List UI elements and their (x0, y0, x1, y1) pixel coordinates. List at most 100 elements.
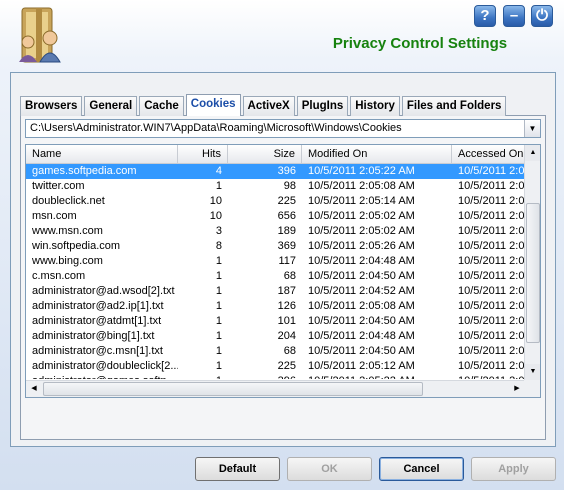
horizontal-scrollbar[interactable]: ◀ ▶ (26, 380, 525, 397)
cell-accessed-on: 10/5/2011 2:0 (458, 165, 525, 177)
default-button[interactable]: Default (195, 457, 280, 481)
cell-accessed-on: 10/5/2011 2:0 (458, 285, 525, 297)
scroll-up-icon[interactable]: ▲ (525, 145, 540, 161)
horizontal-scroll-thumb[interactable] (43, 382, 423, 396)
cell-size: 68 (283, 270, 296, 282)
tab-cache[interactable]: Cache (139, 96, 184, 116)
tab-plugins[interactable]: PlugIns (296, 96, 349, 116)
cookies-path-combo[interactable]: C:\Users\Administrator.WIN7\AppData\Roam… (25, 119, 541, 138)
help-icon: ? (480, 7, 490, 24)
cell-accessed-on: 10/5/2011 2:0 (458, 270, 525, 282)
cell-modified-on: 10/5/2011 2:05:22 AM (302, 374, 452, 379)
cell-size: 656 (277, 210, 296, 222)
table-row[interactable]: win.softpedia.com 8 369 10/5/2011 2:05:26 A… (26, 239, 525, 254)
table-header: Name Hits Size Modified On Accessed On (26, 145, 525, 164)
cell-accessed-on: 10/5/2011 2:0 (458, 360, 525, 372)
minimize-button[interactable]: – (503, 5, 525, 27)
table-row[interactable]: www.msn.com 3 189 10/5/2011 2:05:02 AM 10/5/… (26, 224, 525, 239)
cell-accessed-on: 10/5/2011 2:0 (452, 374, 525, 379)
table-row[interactable]: twitter.com 1 98 10/5/2011 2:05:08 AM 10/5/2… (26, 179, 525, 194)
cell-size: 369 (277, 240, 296, 252)
table-body: games.softpedia.com 4 396 10/5/2011 2:05:22… (26, 164, 525, 379)
column-header-modified-on[interactable]: Modified On (302, 145, 452, 164)
cell-name: administrator@c.msn[1].txt (32, 345, 163, 357)
ok-button[interactable]: OK (287, 457, 372, 481)
table-row[interactable]: www.bing.com 1 117 10/5/2011 2:04:48 AM 10/5… (26, 254, 525, 269)
table-row[interactable]: doubleclick.net 10 225 10/5/2011 2:05:14 AM… (26, 194, 525, 209)
cell-accessed-on: 10/5/2011 2:0 (458, 345, 525, 357)
table-row[interactable]: administrator@ad2.ip[1].txt 1 126 10/5/2011… (26, 299, 525, 314)
cell-size: 204 (277, 330, 296, 342)
cell-hits: 1 (215, 315, 222, 327)
cell-hits: 1 (215, 255, 222, 267)
table-row[interactable]: administrator@c.msn[1].txt 1 68 10/5/2011 2… (26, 344, 525, 359)
close-button[interactable]: ⏻ (531, 5, 553, 27)
table-row[interactable]: administrator@ad.wsod[2].txt 1 187 10/5/201… (26, 284, 525, 299)
chevron-down-icon[interactable]: ▼ (524, 120, 540, 137)
help-button[interactable]: ? (474, 5, 496, 27)
tab-browsers[interactable]: Browsers (20, 96, 83, 116)
vertical-scrollbar[interactable]: ▲ ▼ (524, 145, 540, 380)
cell-name: c.msn.com (32, 270, 86, 282)
cell-accessed-on: 10/5/2011 2:0 (458, 195, 525, 207)
scroll-right-icon[interactable]: ▶ (509, 381, 525, 397)
cell-hits: 8 (215, 240, 222, 252)
cell-name: www.bing.com (32, 255, 103, 267)
cell-hits: 1 (215, 300, 222, 312)
cell-name: administrator@bing[1].txt (32, 330, 155, 342)
scroll-left-icon[interactable]: ◀ (26, 381, 42, 397)
cell-size: 396 (277, 165, 296, 177)
cell-name: www.msn.com (32, 225, 103, 237)
cell-modified-on: 10/5/2011 2:04:48 AM (308, 255, 415, 267)
cell-modified-on: 10/5/2011 2:05:22 AM (308, 165, 415, 177)
cell-hits: 10 (209, 195, 222, 207)
cell-size: 189 (277, 225, 296, 237)
cell-name: administrator@doubleclick[2... (32, 360, 178, 372)
power-icon: ⏻ (536, 7, 548, 24)
cell-modified-on: 10/5/2011 2:05:26 AM (308, 240, 415, 252)
table-row[interactable]: c.msn.com 1 68 10/5/2011 2:04:50 AM 10/5/201… (26, 269, 525, 284)
cell-accessed-on: 10/5/2011 2:0 (458, 330, 525, 342)
cell-hits: 1 (215, 345, 222, 357)
cell-hits: 10 (209, 210, 222, 222)
scroll-down-icon[interactable]: ▼ (525, 364, 540, 380)
cell-name: doubleclick.net (32, 195, 105, 207)
table-row[interactable]: msn.com 10 656 10/5/2011 2:05:02 AM 10/5/201… (26, 209, 525, 224)
tab-activex[interactable]: ActiveX (242, 96, 295, 116)
table-row[interactable]: administrator@atdmt[1].txt 1 101 10/5/2011 … (26, 314, 525, 329)
cell-modified-on: 10/5/2011 2:04:48 AM (308, 330, 415, 342)
cell-accessed-on: 10/5/2011 2:0 (458, 210, 525, 222)
table-row[interactable]: administrator@games.softp...139610/5/201… (26, 374, 525, 379)
cell-modified-on: 10/5/2011 2:04:52 AM (308, 285, 415, 297)
cell-size: 126 (277, 300, 296, 312)
table-row[interactable]: administrator@bing[1].txt 1 204 10/5/2011 2… (26, 329, 525, 344)
column-header-size[interactable]: Size (228, 145, 302, 164)
apply-button[interactable]: Apply (471, 457, 556, 481)
cell-size: 68 (283, 345, 296, 357)
cell-hits: 1 (178, 374, 228, 379)
cell-accessed-on: 10/5/2011 2:0 (458, 315, 525, 327)
cell-name: twitter.com (32, 180, 85, 192)
cell-size: 225 (277, 360, 296, 372)
tab-bar: Browsers General Cache Cookies ActiveX P… (20, 94, 508, 116)
cell-modified-on: 10/5/2011 2:05:14 AM (308, 195, 415, 207)
column-header-name[interactable]: Name (26, 145, 178, 164)
column-header-accessed-on[interactable]: Accessed On (452, 145, 525, 164)
cell-modified-on: 10/5/2011 2:05:08 AM (308, 180, 415, 192)
vertical-scroll-thumb[interactable] (526, 203, 540, 343)
cell-accessed-on: 10/5/2011 2:0 (458, 255, 525, 267)
cell-hits: 1 (215, 360, 222, 372)
tab-history[interactable]: History (350, 96, 400, 116)
column-header-hits[interactable]: Hits (178, 145, 228, 164)
minimize-icon: – (509, 7, 519, 24)
table-row[interactable]: administrator@doubleclick[2... 1 225 10/5/2… (26, 359, 525, 374)
cell-size: 98 (283, 180, 296, 192)
cell-accessed-on: 10/5/2011 2:0 (458, 180, 525, 192)
tab-files-and-folders[interactable]: Files and Folders (401, 96, 507, 116)
tab-general[interactable]: General (84, 96, 138, 116)
cancel-button[interactable]: Cancel (379, 457, 464, 481)
scrollbar-corner (524, 380, 540, 397)
tab-cookies[interactable]: Cookies (185, 94, 241, 116)
table-row[interactable]: games.softpedia.com 4 396 10/5/2011 2:05:22… (26, 164, 525, 179)
cell-name: administrator@ad2.ip[1].txt (32, 300, 164, 312)
